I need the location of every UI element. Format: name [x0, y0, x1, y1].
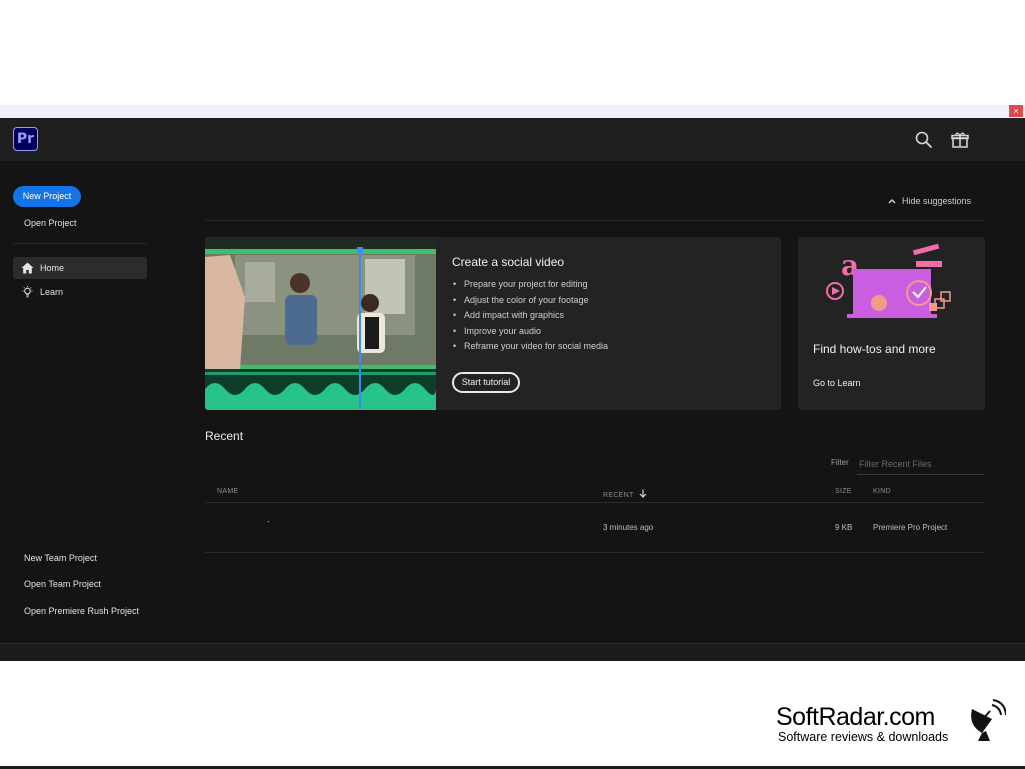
sidebar-item-label: Home: [40, 263, 65, 273]
watermark-subtitle: Software reviews & downloads: [778, 730, 949, 744]
chevron-up-icon: [888, 199, 896, 204]
sidebar-item-learn[interactable]: Learn: [13, 281, 147, 303]
list-item: Prepare your project for editing: [452, 277, 608, 293]
lightbulb-icon: [22, 286, 33, 298]
recent-heading: Recent: [205, 429, 244, 443]
start-tutorial-button[interactable]: Start tutorial: [452, 372, 520, 393]
softradar-watermark: SoftRadar.com Software reviews & downloa…: [776, 699, 1016, 753]
list-item: Adjust the color of your footage: [452, 293, 608, 309]
list-item: Improve your audio: [452, 324, 608, 340]
search-icon[interactable]: [914, 130, 934, 150]
create-social-video-card[interactable]: Create a social video Prepare your proje…: [205, 237, 781, 410]
open-project-link[interactable]: Open Project: [24, 218, 77, 228]
title-bar: Pr: [0, 118, 1025, 161]
social-video-title: Create a social video: [452, 255, 565, 269]
suggestions-divider: [205, 220, 985, 221]
premiere-pro-logo: Pr: [13, 127, 38, 151]
file-name-cell: -: [267, 517, 270, 526]
column-header-name[interactable]: NAME: [217, 488, 238, 495]
new-project-button[interactable]: New Project: [13, 186, 81, 207]
sidebar: New Project Open Project Home Learn New …: [0, 161, 160, 643]
tutorial-thumbnail: [205, 237, 436, 410]
column-header-recent[interactable]: RECENT: [603, 488, 647, 499]
hide-suggestions-label: Hide suggestions: [902, 196, 972, 206]
table-row[interactable]: - 3 minutes ago 9 KB Premiere Pro Projec…: [205, 503, 985, 553]
window-bottom-bar: [0, 643, 1025, 661]
go-to-learn-link[interactable]: Go to Learn: [813, 378, 861, 388]
window-top-strip: [0, 105, 1025, 118]
learn-illustration: a: [826, 243, 951, 318]
file-recent-cell: 3 minutes ago: [603, 523, 654, 532]
file-kind-cell: Premiere Pro Project: [873, 523, 948, 532]
home-icon: [21, 262, 34, 274]
satellite-dish-icon: [971, 699, 1006, 741]
sidebar-divider: [13, 243, 147, 244]
open-team-project-link[interactable]: Open Team Project: [24, 579, 101, 589]
social-video-bullets: Prepare your project for editing Adjust …: [452, 277, 608, 355]
sidebar-item-label: Learn: [40, 287, 64, 297]
gift-icon[interactable]: [950, 130, 970, 150]
screenshot: × Pr New Project Open Project Home Learn…: [0, 0, 1025, 769]
find-how-tos-title: Find how-tos and more: [813, 342, 936, 356]
list-item: Reframe your video for social media: [452, 339, 608, 355]
find-how-tos-card[interactable]: a Find how-tos and more Go to Learn: [798, 237, 985, 410]
column-header-size[interactable]: SIZE: [835, 488, 852, 495]
column-header-label: RECENT: [603, 492, 634, 499]
sort-descending-icon: [639, 489, 647, 498]
filter-recent-input[interactable]: [857, 453, 984, 475]
open-premiere-rush-project-link[interactable]: Open Premiere Rush Project: [24, 606, 139, 616]
watermark-title: SoftRadar.com: [776, 703, 935, 731]
file-size-cell: 9 KB: [835, 523, 853, 532]
sidebar-item-home[interactable]: Home: [13, 257, 147, 279]
window-close-button[interactable]: ×: [1009, 105, 1023, 117]
filter-label: Filter: [831, 458, 849, 467]
column-header-kind[interactable]: KIND: [873, 488, 891, 495]
list-item: Add impact with graphics: [452, 308, 608, 324]
premiere-pro-home-window: Pr New Project Open Project Home Learn N…: [0, 118, 1025, 661]
hide-suggestions-toggle[interactable]: Hide suggestions: [888, 196, 972, 206]
new-team-project-link[interactable]: New Team Project: [24, 553, 97, 563]
